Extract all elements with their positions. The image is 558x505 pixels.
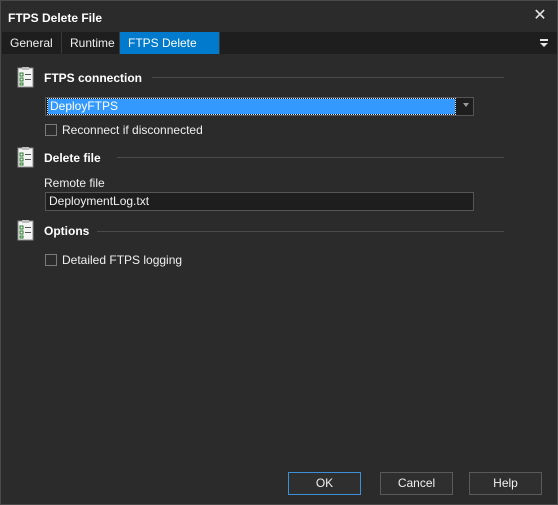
section-divider [97, 231, 504, 232]
reconnect-checkbox[interactable] [45, 124, 57, 136]
tab-bar: General Runtime FTPS Delete File [2, 32, 557, 72]
tab-runtime[interactable]: Runtime [62, 32, 120, 54]
reconnect-checkbox-row[interactable]: Reconnect if disconnected [45, 123, 205, 137]
content-panel: FTPS connection DeployFTPS Reconnect if … [2, 54, 557, 464]
tab-general[interactable]: General [2, 32, 62, 54]
checklist-icon [17, 220, 34, 241]
connection-dropdown-value: DeployFTPS [47, 98, 456, 115]
checklist-icon [17, 147, 34, 168]
ok-button[interactable]: OK [288, 472, 361, 495]
dialog-window: FTPS Delete File ✕ General Runtime FTPS … [0, 0, 558, 505]
help-button[interactable]: Help [469, 472, 542, 495]
window-title: FTPS Delete File [8, 11, 103, 25]
tab-ftps-delete-file[interactable]: FTPS Delete File [120, 32, 220, 72]
tab-menu-icon[interactable] [537, 35, 551, 51]
logging-checkbox-row[interactable]: Detailed FTPS logging [45, 253, 205, 267]
connection-dropdown[interactable]: DeployFTPS [45, 97, 474, 116]
logging-checkbox-label: Detailed FTPS logging [62, 253, 183, 267]
cancel-button[interactable]: Cancel [380, 472, 453, 495]
close-icon[interactable]: ✕ [531, 7, 549, 25]
section-divider [152, 77, 504, 78]
reconnect-checkbox-label: Reconnect if disconnected [62, 123, 203, 137]
logging-checkbox[interactable] [45, 254, 57, 266]
remote-file-label: Remote file [44, 176, 105, 190]
chevron-down-icon[interactable] [463, 103, 469, 107]
section-title-ftps-connection: FTPS connection [44, 71, 143, 85]
section-divider [117, 157, 504, 158]
remote-file-input[interactable]: DeploymentLog.txt [45, 192, 474, 211]
section-title-delete-file: Delete file [44, 151, 101, 165]
dialog-footer: OK Cancel Help [2, 464, 557, 504]
title-bar[interactable]: FTPS Delete File ✕ [1, 1, 557, 32]
section-title-options: Options [44, 224, 90, 238]
checklist-icon [17, 67, 34, 88]
